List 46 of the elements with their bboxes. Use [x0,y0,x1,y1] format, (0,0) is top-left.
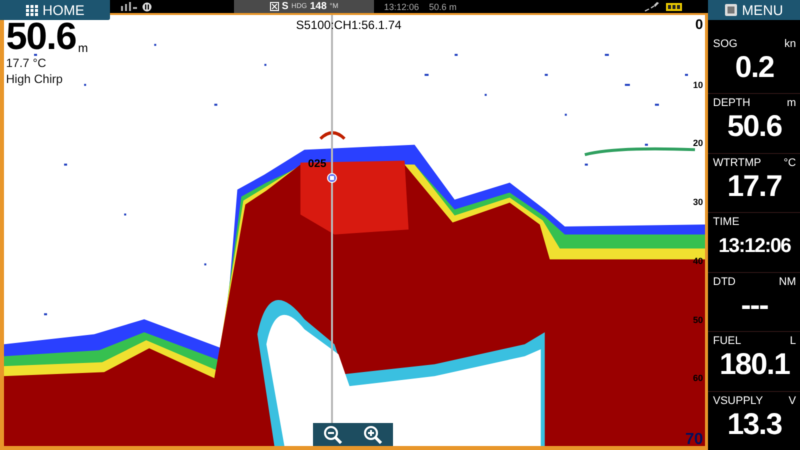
data-label: WTRTMP [713,156,762,169]
heading-value: 148 [310,1,327,12]
data-value: 13.3 [726,406,783,443]
data-unit: °C [784,156,796,169]
route-icon [644,2,660,12]
depth-scale-label: 0 [695,17,703,31]
zoom-out-button[interactable] [323,426,343,444]
data-unit: m [786,97,796,110]
depth-scale-label: 30 [692,197,703,208]
depth-scale-label: 10 [692,80,703,90]
data-label: TIME [713,216,740,228]
crossed-box-icon [270,2,279,11]
grid-icon [26,4,38,16]
data-value: 50.6 [726,109,783,146]
depth-scale-label: 60 [692,373,703,384]
depth-unit: m [78,41,88,55]
frequency-mode: High Chirp [6,71,64,87]
water-temperature: 17.7 °C [6,55,48,71]
depth-reading: 50.6 [6,19,76,55]
home-button[interactable]: HOME [0,0,110,20]
data-label: DEPTH [713,97,750,110]
battery-icon [666,2,682,10]
data-unit: V [788,394,796,407]
data-label: SOG [713,38,738,50]
zoom-in-button[interactable] [363,426,383,444]
status-time: 13:12:06 [384,2,420,12]
menu-button[interactable]: MENU [708,0,800,20]
data-value: 0.2 [734,50,775,86]
data-label: FUEL [713,335,742,348]
data-value: 13:12:06 [717,234,792,260]
depth-scale-label: 70 [685,432,703,446]
sonar-source: S5100:CH1:56.1.74 [296,18,402,32]
satellite-signal-icon [120,2,138,12]
depth-scale-label: 20 [692,138,703,148]
square-icon [724,4,737,16]
data-unit: kn [784,38,796,50]
heading-direction: S [282,1,288,12]
data-value: 17.7 [726,168,783,205]
data-unit: L [790,335,796,348]
depth-scale-label: 50 [692,314,703,325]
data-value: --- [740,288,769,324]
data-label: VSUPPLY [713,394,763,407]
status-depth: 50.6 m [429,2,457,12]
data-value: 180.1 [718,347,791,384]
data-unit: NM [778,276,796,288]
data-label: DTD [713,276,736,288]
